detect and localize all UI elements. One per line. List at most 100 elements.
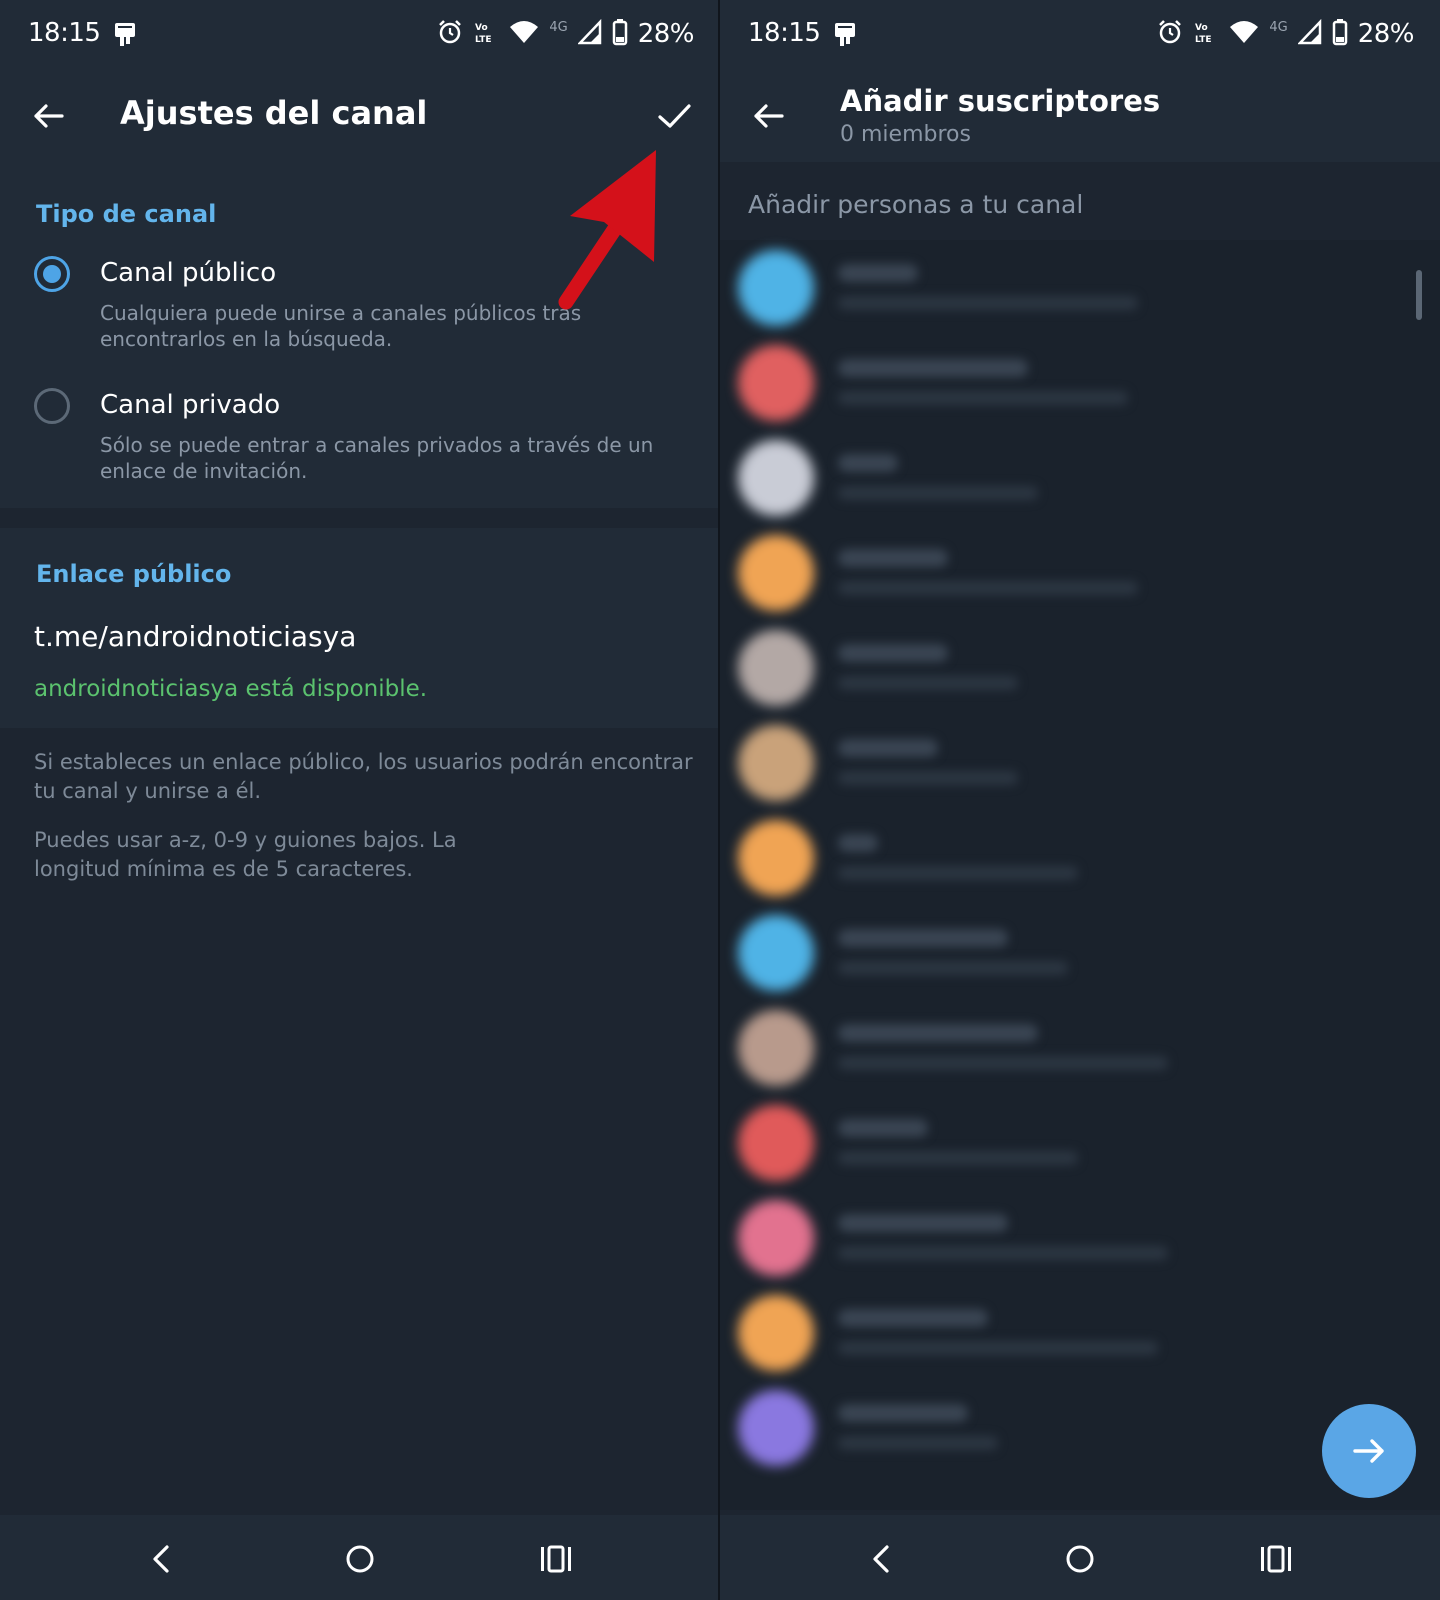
- contact-row[interactable]: [720, 620, 1440, 716]
- contact-name-blurred: [838, 549, 948, 567]
- contact-row[interactable]: [720, 715, 1440, 811]
- contact-status-blurred: [838, 961, 1068, 975]
- alarm-icon: [437, 19, 463, 49]
- avatar: [738, 725, 814, 801]
- signal-icon: [1296, 18, 1322, 49]
- nav-home-icon[interactable]: [338, 1537, 382, 1581]
- contact-row[interactable]: [720, 1000, 1440, 1096]
- private-channel-description: Sólo se puede entrar a canales privados …: [100, 433, 654, 483]
- contact-row[interactable]: [720, 525, 1440, 621]
- contact-row[interactable]: [720, 430, 1440, 526]
- contact-name-blurred: [838, 1024, 1038, 1042]
- volte-icon: Vo LTE: [1193, 19, 1219, 49]
- contact-status-blurred: [838, 1341, 1158, 1355]
- wifi-icon: [509, 19, 539, 49]
- svg-text:LTE: LTE: [1195, 35, 1212, 45]
- contact-name-blurred: [838, 1309, 988, 1327]
- public-link-input[interactable]: t.me/androidnoticiasya: [34, 620, 356, 653]
- nav-back-icon[interactable]: [860, 1537, 904, 1581]
- battery-icon: [612, 18, 628, 50]
- app-bar: Añadir suscriptores 0 miembros: [720, 70, 1440, 162]
- back-arrow-icon[interactable]: [26, 94, 70, 138]
- status-bar: 18:15 Vo LTE 4G 28%: [720, 0, 1440, 70]
- private-channel-label[interactable]: Canal privado: [100, 390, 280, 420]
- svg-text:Vo: Vo: [1195, 23, 1208, 33]
- contact-name-blurred: [838, 1404, 968, 1422]
- avatar: [738, 1200, 814, 1276]
- page-title: Añadir suscriptores: [840, 84, 1161, 118]
- network-4g-label: 4G: [1269, 20, 1288, 35]
- avatar: [738, 440, 814, 516]
- contact-status-blurred: [838, 866, 1078, 880]
- username-rules-info: Puedes usar a-z, 0-9 y guiones bajos. La…: [34, 828, 457, 881]
- battery-percent: 28%: [637, 19, 695, 49]
- avatar: [738, 915, 814, 991]
- contact-name-blurred: [838, 359, 1028, 377]
- contact-row[interactable]: [720, 240, 1440, 336]
- contact-name-blurred: [838, 644, 948, 662]
- contact-row[interactable]: [720, 905, 1440, 1001]
- status-time: 18:15: [748, 18, 821, 48]
- contact-status-blurred: [838, 1056, 1168, 1070]
- back-arrow-icon[interactable]: [746, 94, 790, 138]
- contact-row[interactable]: [720, 1190, 1440, 1286]
- confirm-check-icon[interactable]: [652, 94, 696, 138]
- notification-icon: [832, 20, 858, 48]
- contact-name-blurred: [838, 929, 1008, 947]
- navigation-bar: [0, 1515, 720, 1600]
- private-channel-radio[interactable]: [34, 388, 70, 424]
- navigation-bar: [720, 1515, 1440, 1600]
- member-count: 0 miembros: [840, 122, 971, 147]
- link-availability-text: androidnoticiasya está disponible.: [34, 676, 428, 702]
- contacts-list: [720, 240, 1440, 1510]
- contact-name-blurred: [838, 454, 898, 472]
- wifi-icon: [1229, 19, 1259, 49]
- contact-status-blurred: [838, 296, 1138, 310]
- status-time: 18:15: [28, 18, 101, 48]
- avatar: [738, 1295, 814, 1371]
- page-title: Ajustes del canal: [120, 94, 428, 132]
- add-people-hint: Añadir personas a tu canal: [748, 190, 1084, 219]
- nav-recents-icon[interactable]: [1256, 1537, 1300, 1581]
- nav-back-icon[interactable]: [140, 1537, 184, 1581]
- avatar: [738, 535, 814, 611]
- contact-name-blurred: [838, 264, 918, 282]
- svg-text:LTE: LTE: [475, 35, 492, 45]
- contact-status-blurred: [838, 391, 1128, 405]
- alarm-icon: [1157, 19, 1183, 49]
- nav-home-icon[interactable]: [1058, 1537, 1102, 1581]
- contact-name-blurred: [838, 1119, 928, 1137]
- public-channel-label[interactable]: Canal público: [100, 258, 276, 288]
- channel-type-section: Tipo de canal Canal público Cualquiera p…: [0, 162, 720, 508]
- avatar: [738, 1390, 814, 1466]
- nav-recents-icon[interactable]: [536, 1537, 580, 1581]
- contact-status-blurred: [838, 1151, 1078, 1165]
- contact-row[interactable]: [720, 1095, 1440, 1191]
- public-link-heading: Enlace público: [36, 560, 232, 588]
- contact-status-blurred: [838, 581, 1138, 595]
- scrollbar-thumb[interactable]: [1416, 270, 1422, 320]
- contact-status-blurred: [838, 771, 1018, 785]
- contact-row[interactable]: [720, 335, 1440, 431]
- battery-icon: [1332, 18, 1348, 50]
- contact-name-blurred: [838, 1214, 1008, 1232]
- contact-row[interactable]: [720, 1285, 1440, 1381]
- avatar: [738, 1105, 814, 1181]
- channel-type-heading: Tipo de canal: [36, 200, 217, 228]
- contact-status-blurred: [838, 486, 1038, 500]
- public-link-info: Si estableces un enlace público, los usu…: [34, 750, 693, 803]
- contact-row[interactable]: [720, 810, 1440, 906]
- arrow-right-icon: [1353, 1439, 1384, 1463]
- svg-text:Vo: Vo: [475, 23, 488, 33]
- contact-status-blurred: [838, 676, 1018, 690]
- avatar: [738, 820, 814, 896]
- avatar: [738, 630, 814, 706]
- next-button[interactable]: [1322, 1404, 1416, 1498]
- contact-status-blurred: [838, 1436, 998, 1450]
- battery-percent: 28%: [1357, 19, 1415, 49]
- network-4g-label: 4G: [549, 20, 568, 35]
- avatar: [738, 345, 814, 421]
- public-channel-radio[interactable]: [34, 256, 70, 292]
- avatar: [738, 1010, 814, 1086]
- public-link-section: Enlace público t.me/androidnoticiasya an…: [0, 528, 720, 728]
